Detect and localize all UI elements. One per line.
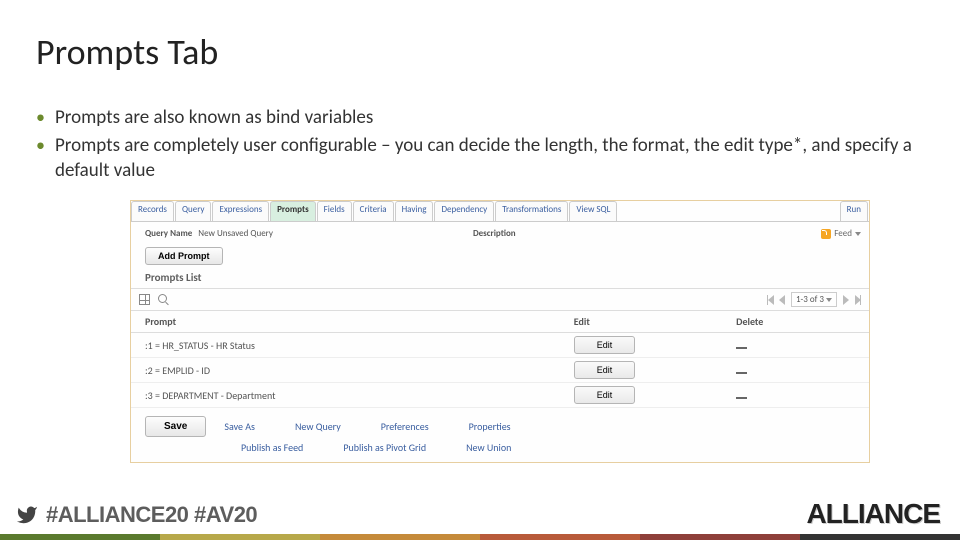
bullet-text: Prompts are completely user configurable… [55, 133, 924, 184]
grid-toolbar: 1-3 of 3 [131, 288, 869, 311]
pager: 1-3 of 3 [767, 292, 861, 307]
bottom-actions: Save Save As New Query Preferences Prope… [131, 408, 869, 441]
tab-run[interactable]: Run [840, 201, 868, 221]
tab-prompts[interactable]: Prompts [270, 201, 316, 221]
delete-icon[interactable] [736, 397, 747, 399]
page-indicator[interactable]: 1-3 of 3 [791, 292, 837, 307]
col-prompt: Prompt [131, 315, 574, 328]
chevron-down-icon [855, 232, 861, 236]
save-button[interactable]: Save [145, 416, 206, 437]
feed-link[interactable]: Feed [821, 228, 861, 239]
slide-title: Prompts Tab [36, 30, 218, 74]
twitter-icon [14, 504, 40, 526]
publish-feed-link[interactable]: Publish as Feed [241, 441, 303, 454]
col-delete: Delete [736, 315, 869, 328]
add-prompt-row: Add Prompt [131, 243, 869, 271]
edit-button[interactable]: Edit [574, 361, 636, 379]
footer-stripes [0, 534, 960, 540]
delete-icon[interactable] [736, 347, 747, 349]
alliance-logo: ALLIANCE [806, 498, 940, 530]
description-label: Description [473, 228, 516, 239]
table-row: :3 = DEPARTMENT - Department Edit [131, 383, 869, 408]
new-query-link[interactable]: New Query [295, 420, 341, 433]
footer-hashtags: #ALLIANCE20 #AV20 [14, 502, 257, 528]
publish-pivot-link[interactable]: Publish as Pivot Grid [343, 441, 426, 454]
tab-transformations[interactable]: Transformations [495, 201, 568, 221]
prev-page-icon[interactable] [779, 295, 785, 305]
grid-icon[interactable] [139, 294, 150, 305]
bullet-dot-icon: • [36, 105, 45, 131]
bullet-item: • Prompts are also known as bind variable… [36, 105, 924, 131]
col-edit: Edit [574, 315, 736, 328]
slide-footer: #ALLIANCE20 #AV20 ALLIANCE [0, 534, 960, 540]
tab-expressions[interactable]: Expressions [212, 201, 269, 221]
prompt-cell: :2 = EMPLID - ID [131, 364, 574, 377]
bullet-item: •Prompts are completely user configurabl… [36, 133, 924, 184]
query-name-value: New Unsaved Query [198, 228, 273, 239]
tab-records[interactable]: Records [131, 201, 174, 221]
query-info-row: Query Name New Unsaved Query Description… [131, 224, 869, 243]
add-prompt-button[interactable]: Add Prompt [145, 247, 223, 265]
table-header: Prompt Edit Delete [131, 311, 869, 333]
prompt-cell: :1 = HR_STATUS - HR Status [131, 339, 574, 352]
prompt-cell: :3 = DEPARTMENT - Department [131, 389, 574, 402]
tab-criteria[interactable]: Criteria [353, 201, 394, 221]
first-page-icon[interactable] [767, 295, 773, 305]
bullet-list: • Prompts are also known as bind variable… [36, 105, 924, 186]
edit-button[interactable]: Edit [574, 336, 636, 354]
query-name-label: Query Name [145, 228, 192, 239]
tab-view-sql[interactable]: View SQL [569, 201, 617, 221]
screenshot-panel: Records Query Expressions Prompts Fields… [130, 200, 870, 463]
link-row-2: Publish as Feed Publish as Pivot Grid Ne… [131, 441, 869, 462]
bullet-dot-icon: • [36, 133, 45, 184]
rss-icon [821, 229, 831, 239]
link-row-1: Save As New Query Preferences Properties [224, 420, 510, 433]
tab-bar: Records Query Expressions Prompts Fields… [131, 201, 869, 221]
edit-button[interactable]: Edit [574, 386, 636, 404]
tab-dependency[interactable]: Dependency [434, 201, 494, 221]
table-row: :2 = EMPLID - ID Edit [131, 358, 869, 383]
prompts-list-heading: Prompts List [131, 271, 869, 288]
new-union-link[interactable]: New Union [466, 441, 511, 454]
tab-having[interactable]: Having [395, 201, 434, 221]
tab-fields[interactable]: Fields [317, 201, 352, 221]
chevron-down-icon [826, 298, 832, 302]
preferences-link[interactable]: Preferences [381, 420, 429, 433]
table-row: :1 = HR_STATUS - HR Status Edit [131, 333, 869, 358]
save-as-link[interactable]: Save As [224, 420, 255, 433]
feed-label: Feed [834, 228, 852, 239]
delete-icon[interactable] [736, 372, 747, 374]
bullet-text: Prompts are also known as bind variables [55, 105, 373, 131]
last-page-icon[interactable] [855, 295, 861, 305]
search-icon[interactable] [158, 294, 169, 305]
properties-link[interactable]: Properties [469, 420, 511, 433]
tab-query[interactable]: Query [175, 201, 212, 221]
hashtag-text: #ALLIANCE20 #AV20 [46, 502, 257, 528]
next-page-icon[interactable] [843, 295, 849, 305]
